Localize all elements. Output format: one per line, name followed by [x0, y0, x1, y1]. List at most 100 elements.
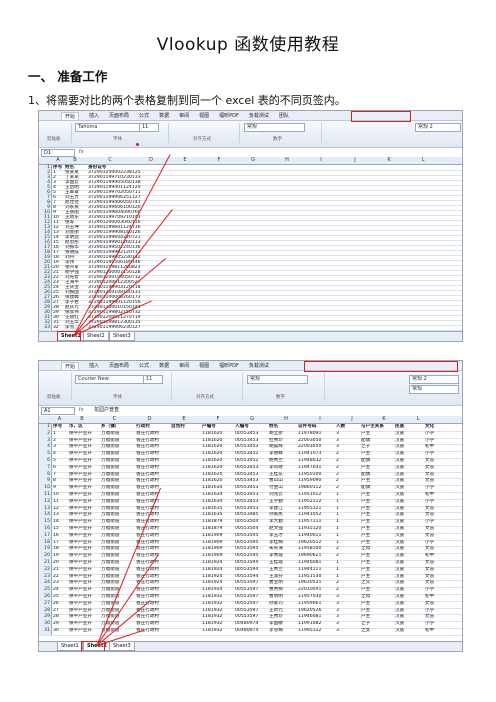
table-cell[interactable]: 刘兆云 — [269, 492, 297, 499]
row-number[interactable]: 2 — [39, 430, 52, 438]
name-box[interactable]: D1 — [41, 149, 75, 157]
sheet-tab[interactable]: Sheet3 — [109, 332, 135, 341]
formula-value[interactable]: 花园户普查 — [94, 407, 119, 414]
column-header[interactable]: E — [168, 157, 202, 164]
table-cell[interactable]: 11951012 — [298, 492, 334, 499]
column-header[interactable]: L — [406, 157, 440, 164]
table-cell[interactable]: 汉族 — [395, 512, 423, 519]
table-cell[interactable]: 1181932 — [202, 621, 234, 628]
table-cell[interactable]: 11958100 — [298, 546, 334, 553]
table-cell[interactable]: 汉族 — [395, 431, 423, 438]
table-cell[interactable]: 香庄行政村 — [136, 485, 170, 492]
table-cell[interactable]: 香庄行政村 — [136, 492, 170, 499]
table-cell[interactable]: 1 — [336, 533, 360, 540]
table-cell[interactable]: 2 — [336, 472, 360, 479]
table-cell[interactable]: 万福街道 — [101, 533, 134, 540]
table-cell[interactable]: 扶平产业开 — [69, 485, 101, 492]
table-cell[interactable]: 曹山山 — [269, 478, 297, 485]
table-cell[interactable]: 配偶 — [361, 485, 393, 492]
table-cell[interactable]: 00553594 — [235, 560, 269, 567]
ribbon-tab[interactable]: 视图 — [199, 362, 209, 369]
table-cell[interactable]: 30 — [53, 628, 67, 635]
table-cell[interactable]: 1 — [53, 431, 67, 438]
column-header[interactable]: F — [201, 416, 235, 423]
table-cell[interactable]: 11952112 — [298, 499, 334, 506]
table-cell[interactable]: 文盲 — [425, 580, 455, 587]
table-cell[interactable]: 万福街道 — [101, 546, 134, 553]
table-cell[interactable]: 扶平产业开 — [69, 499, 101, 506]
table-cell[interactable]: 香庄行政村 — [136, 546, 170, 553]
table-cell[interactable]: 00553453 — [235, 492, 269, 499]
row-number[interactable]: 12 — [39, 498, 52, 506]
table-cell[interactable]: 汉族 — [395, 444, 423, 451]
style-box-2[interactable]: 常规 — [409, 385, 459, 394]
table-cell[interactable]: 胡立新 — [269, 431, 297, 438]
table-cell[interactable]: 19630531 — [298, 580, 334, 587]
table-cell[interactable]: 配偶 — [361, 472, 393, 479]
table-cell[interactable]: 11946081 — [298, 614, 334, 621]
table-cell[interactable]: 汉族 — [395, 478, 423, 485]
table-cell[interactable]: 汉族 — [395, 519, 423, 526]
table-cell[interactable]: 1181634 — [202, 492, 234, 499]
table-cell[interactable]: 00553594 — [235, 574, 269, 581]
table-cell[interactable]: 3 — [336, 594, 360, 601]
table-cell[interactable]: 汉族 — [395, 628, 423, 635]
table-cell[interactable]: 1181620 — [202, 444, 234, 451]
table-cell[interactable]: 22003050 — [298, 438, 334, 445]
table-cell[interactable]: 1181924 — [202, 560, 234, 567]
table-cell[interactable]: 汉族 — [395, 540, 423, 547]
table-cell[interactable]: 王桂花 — [269, 472, 297, 479]
column-header[interactable]: A — [52, 157, 64, 164]
table-cell[interactable]: 户主 — [361, 553, 393, 560]
table-cell[interactable]: 1 — [336, 519, 360, 526]
ribbon-tab[interactable]: 页面布局 — [109, 112, 129, 119]
table-cell[interactable]: 11995122 — [298, 628, 334, 635]
table-cell[interactable]: 汉族 — [395, 492, 423, 499]
table-cell[interactable]: 19620512 — [298, 540, 334, 547]
table-cell[interactable]: 付金山 — [269, 485, 297, 492]
table-cell[interactable]: 乡（镇） — [101, 424, 134, 431]
table-cell[interactable]: 文盲 — [425, 614, 455, 621]
table-cell[interactable]: 00553504 — [235, 526, 269, 533]
table-cell[interactable]: 小学 — [425, 451, 455, 458]
table-cell[interactable]: 万福街道 — [101, 574, 134, 581]
table-cell[interactable]: 14 — [53, 519, 67, 526]
ribbon-tab[interactable]: 团队 — [279, 112, 289, 119]
table-cell[interactable]: 文盲 — [425, 526, 455, 533]
table-cell[interactable]: 杨秀兰 — [269, 458, 297, 465]
table-cell[interactable]: 00553453 — [235, 465, 269, 472]
table-cell[interactable]: 万福街道 — [101, 431, 134, 438]
table-cell[interactable]: 00553485 — [235, 512, 269, 519]
table-cell[interactable]: 3 — [336, 628, 360, 635]
row-number[interactable]: 21 — [39, 560, 52, 567]
table-cell[interactable]: 4 — [53, 451, 67, 458]
table-cell[interactable]: 2 — [336, 478, 360, 485]
table-cell[interactable]: 万福街道 — [101, 506, 134, 513]
table-cell[interactable]: 之女 — [361, 628, 393, 635]
table-cell[interactable]: 万福街道 — [101, 553, 134, 560]
table-cell[interactable]: 1181879 — [202, 519, 234, 526]
table-cell[interactable]: 00553452 — [235, 451, 269, 458]
table-cell[interactable]: 香庄行政村 — [136, 594, 170, 601]
table-cell[interactable]: 香庄行政村 — [136, 458, 170, 465]
ribbon-tab[interactable]: 数据 — [159, 112, 169, 119]
table-cell[interactable]: 3 — [336, 444, 360, 451]
table-cell[interactable]: 11940011 — [298, 533, 334, 540]
table-cell[interactable]: 李大勤 — [269, 519, 297, 526]
row-number[interactable]: 5 — [39, 451, 52, 458]
table-cell[interactable]: 11950100 — [298, 472, 334, 479]
table-cell[interactable]: 户主 — [361, 451, 393, 458]
row-number[interactable]: 10 — [39, 485, 52, 492]
table-cell[interactable]: 1 — [336, 512, 360, 519]
table-cell[interactable]: 汉族 — [395, 594, 423, 601]
table-cell[interactable]: 香庄行政村 — [136, 431, 170, 438]
table-cell[interactable]: 文盲 — [425, 478, 455, 485]
table-cell[interactable]: 00553595 — [235, 533, 269, 540]
table-cell[interactable]: 11944111 — [298, 567, 334, 574]
table-cell[interactable]: 2 — [336, 553, 360, 560]
table-cell[interactable]: 万福街道 — [101, 526, 134, 533]
table-cell[interactable]: 香庄行政村 — [136, 519, 170, 526]
table-cell[interactable]: 00480974 — [235, 628, 269, 635]
table-cell[interactable]: 香庄行政村 — [136, 540, 170, 547]
table-cell[interactable]: 户主 — [361, 574, 393, 581]
